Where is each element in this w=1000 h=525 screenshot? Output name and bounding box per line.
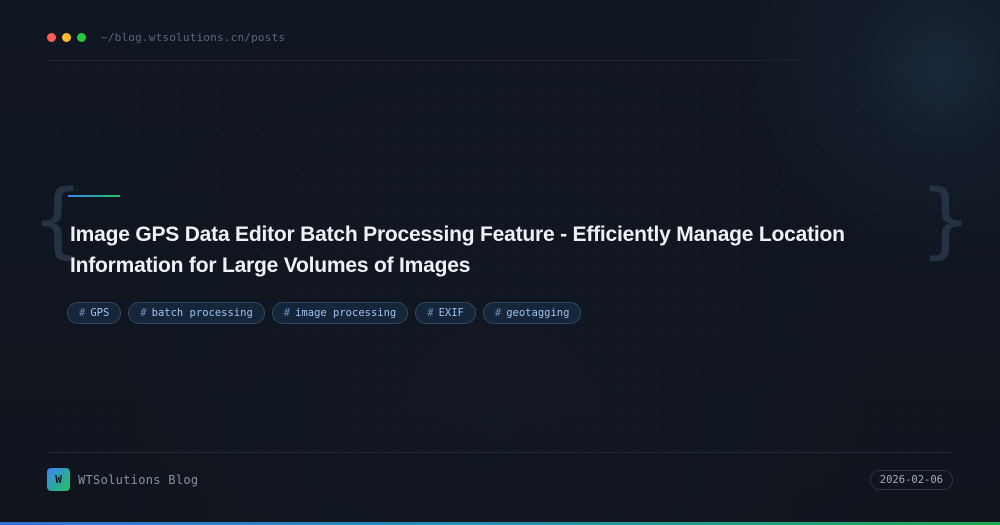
url-path: ~/blog.wtsolutions.cn/posts bbox=[101, 30, 286, 44]
tag-label: geotagging bbox=[506, 307, 570, 319]
logo-icon: W bbox=[47, 468, 70, 491]
minimize-dot-icon[interactable] bbox=[62, 32, 71, 42]
hash-icon: # bbox=[283, 307, 291, 319]
tag-image-processing[interactable]: # image processing bbox=[271, 302, 409, 324]
tag-exif[interactable]: # EXIF bbox=[415, 302, 476, 324]
tag-label: GPS bbox=[90, 307, 110, 319]
tag-geotagging[interactable]: # geotagging bbox=[482, 302, 582, 324]
hash-icon: # bbox=[140, 307, 147, 319]
post-date-badge: 2026-02-06 bbox=[869, 470, 953, 490]
tag-list: # GPS # batch processing # image process… bbox=[67, 302, 588, 324]
close-dot-icon[interactable] bbox=[47, 32, 56, 42]
maximize-dot-icon[interactable] bbox=[77, 32, 86, 42]
tag-gps[interactable]: # GPS bbox=[67, 302, 122, 324]
tag-label: EXIF bbox=[438, 307, 464, 319]
post-title-line-1: Image GPS Data Editor Batch Processing F… bbox=[70, 223, 845, 246]
brand[interactable]: W WTSolutions Blog bbox=[47, 468, 198, 491]
brand-name: WTSolutions Blog bbox=[78, 472, 199, 487]
tag-label: image processing bbox=[295, 307, 397, 319]
hash-icon: # bbox=[427, 307, 434, 319]
footer-divider bbox=[47, 452, 953, 453]
post-title-line-2: Information for Large Volumes of Images bbox=[70, 254, 471, 277]
tag-batch-processing[interactable]: # batch processing bbox=[128, 302, 265, 324]
hash-icon: # bbox=[79, 307, 86, 319]
tag-label: batch processing bbox=[151, 307, 253, 319]
post-title: Image GPS Data Editor Batch Processing F… bbox=[70, 219, 870, 281]
header-divider bbox=[47, 60, 867, 61]
hash-icon: # bbox=[494, 307, 502, 319]
right-brace-icon: } bbox=[921, 173, 971, 268]
window-bar: ~/blog.wtsolutions.cn/posts bbox=[47, 30, 285, 44]
